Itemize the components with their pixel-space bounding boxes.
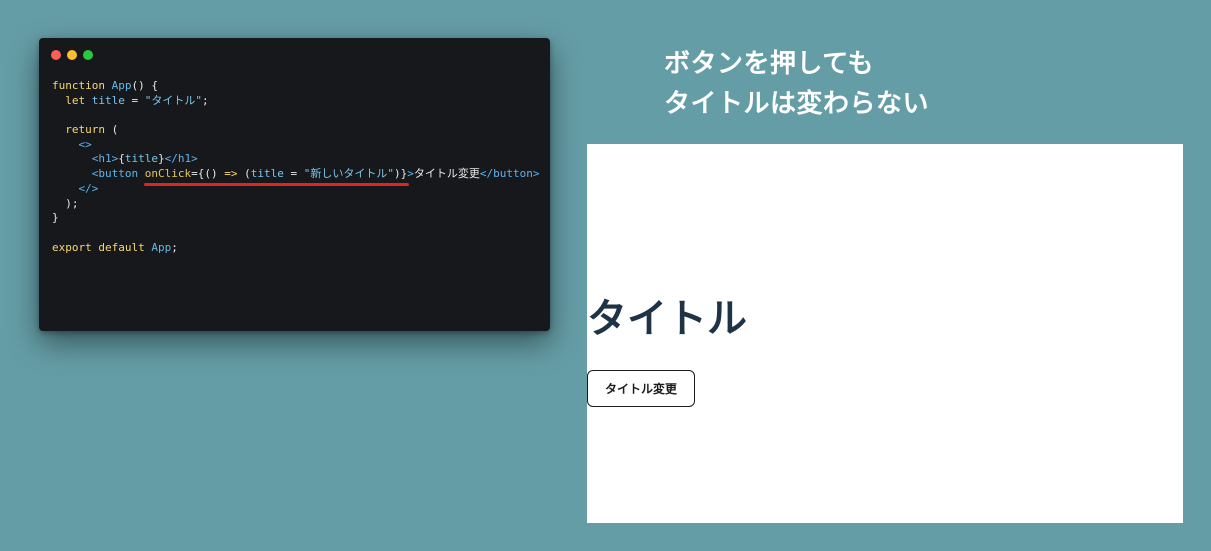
code-token: ); — [52, 196, 79, 210]
code-token: title — [91, 93, 125, 107]
code-token: </button> — [479, 167, 540, 181]
code-token: ; — [202, 93, 209, 107]
code-token: ={() — [191, 167, 225, 181]
code-line: export default App; — [52, 241, 539, 256]
code-token: "新しいタイトル" — [303, 167, 394, 181]
code-token: = — [283, 167, 304, 181]
preview-heading: タイトル — [587, 296, 747, 342]
code-line: <h1>{title}</h1> — [52, 152, 539, 167]
code-line: let title = "タイトル"; — [52, 94, 539, 109]
caption-line-2: タイトルは変わらない — [664, 89, 930, 119]
maximize-dot-icon[interactable] — [83, 50, 93, 60]
code-token: <button — [91, 167, 145, 181]
code-token: App — [111, 79, 132, 92]
code-token: return — [52, 123, 112, 137]
close-dot-icon[interactable] — [51, 50, 61, 60]
code-token: => — [224, 167, 238, 181]
code-token: let — [52, 93, 92, 107]
code-token: <h1> — [91, 152, 119, 166]
code-token: <> — [78, 137, 92, 151]
caption-line-1: ボタンを押しても — [664, 49, 874, 79]
code-token: App — [151, 240, 172, 254]
code-token: () { — [131, 79, 158, 92]
code-block: function App() { let title = "タイトル"; ret… — [52, 79, 539, 255]
code-token: } — [158, 152, 165, 166]
window-controls — [51, 50, 93, 60]
code-line: return ( — [52, 123, 539, 138]
code-token: )} — [393, 167, 408, 181]
code-token: { — [118, 152, 125, 166]
code-line: <button onClick={() => (title = "新しいタイトル… — [52, 167, 540, 182]
code-token: function — [52, 79, 112, 92]
code-line: <> — [52, 138, 539, 153]
code-token: ( — [111, 123, 119, 137]
code-token: title — [124, 152, 158, 166]
code-line: function App() { — [52, 79, 539, 94]
change-title-button[interactable]: タイトル変更 — [587, 370, 695, 407]
code-token: "タイトル" — [144, 93, 202, 107]
code-token: タイトル変更 — [413, 167, 480, 181]
code-token: </> — [78, 181, 99, 195]
browser-preview: タイトル タイトル変更 — [587, 144, 1183, 523]
caption: ボタンを押しても タイトルは変わらない — [664, 44, 929, 124]
code-token: = — [124, 93, 145, 107]
code-token: title — [250, 167, 284, 181]
highlight-underline — [144, 183, 409, 186]
code-token: } — [52, 211, 59, 225]
code-token: > — [407, 167, 414, 181]
code-token: ( — [237, 167, 251, 181]
code-line: ); — [52, 197, 539, 212]
code-token: onClick — [144, 167, 192, 181]
code-token: export default — [52, 240, 152, 254]
code-token: </h1> — [164, 152, 198, 166]
minimize-dot-icon[interactable] — [67, 50, 77, 60]
code-token: ; — [171, 240, 178, 254]
code-line: } — [52, 211, 539, 226]
